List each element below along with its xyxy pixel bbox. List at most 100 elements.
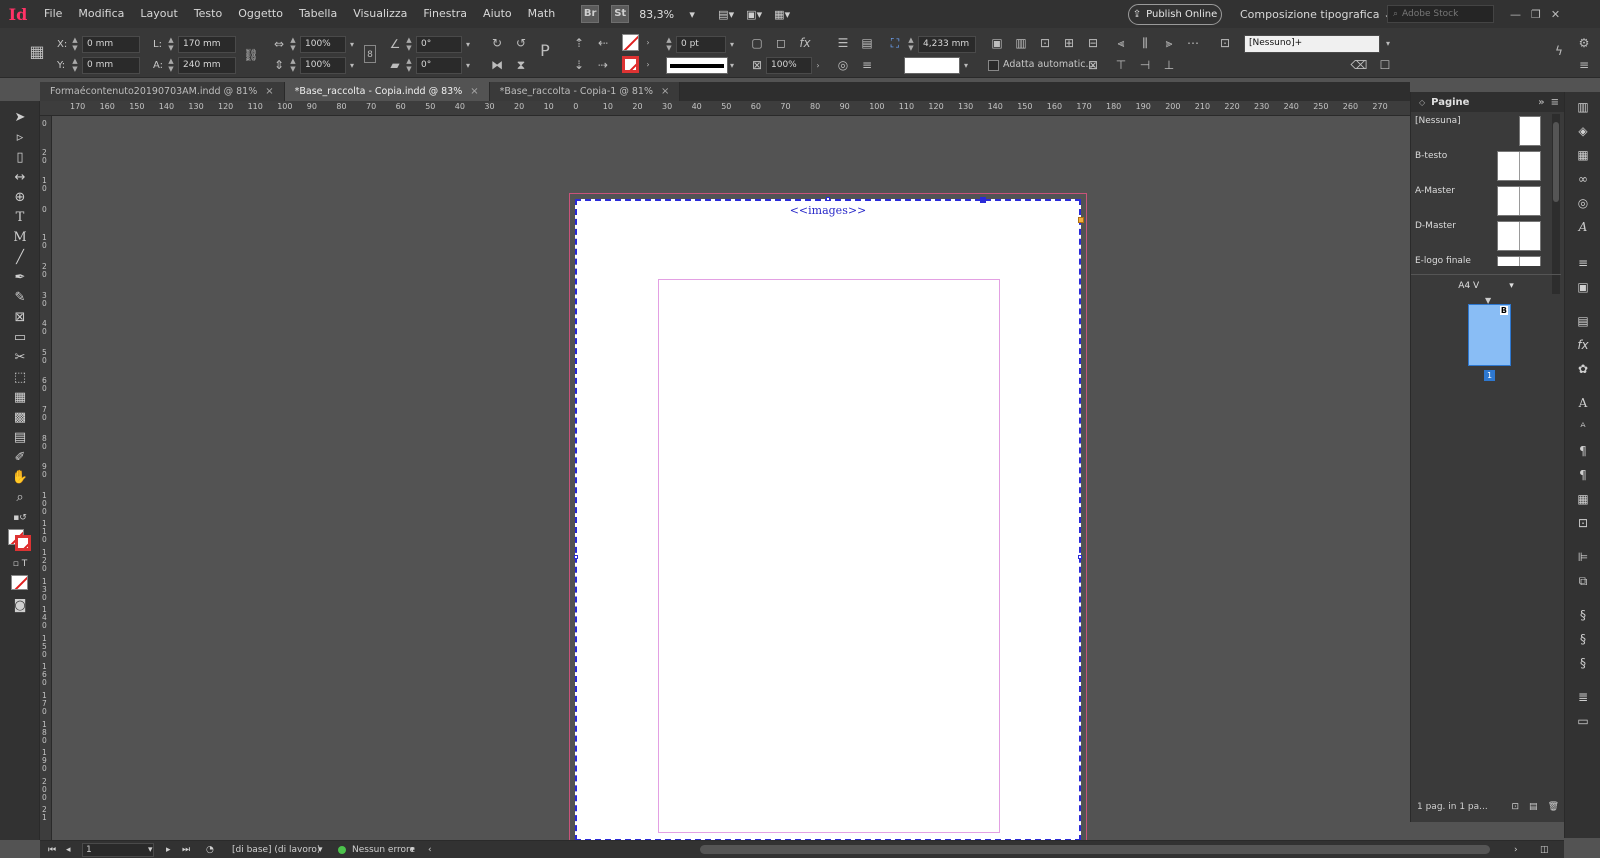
align-top-icon[interactable]: ⊤ [1112,56,1130,74]
stroke-swatch[interactable] [622,56,639,73]
open-page-icon[interactable]: ◔ [206,843,214,857]
screen-mode-normal-icon[interactable]: ◙ [10,597,30,615]
text-wrap-box-icon[interactable]: ▤ [858,34,876,52]
opacity-field[interactable]: 100% [766,57,812,74]
page-tool-icon[interactable]: ▯ [10,149,30,167]
restore-icon[interactable]: ❐ [1531,8,1541,21]
page-number-field[interactable]: 1 [82,843,154,857]
frame-handle-top[interactable] [980,197,986,203]
scissors-tool-icon[interactable]: ✂ [10,349,30,367]
collapse-icon[interactable]: ◇ [1419,98,1425,107]
rotate-cw-icon[interactable]: ↻ [488,34,506,52]
flip-horizontal-icon[interactable]: ⧓ [488,56,506,74]
align-panel-icon[interactable]: ⊫ [1573,548,1593,566]
first-page-icon[interactable]: ⏮ [48,843,56,857]
text-outport[interactable] [1078,217,1084,223]
menu-oggetto[interactable]: Oggetto [230,0,291,28]
quick-apply-icon[interactable]: ☐ [1376,56,1394,74]
select-next-icon[interactable]: ⇢ [594,56,612,74]
text-wrap-object-icon[interactable]: ◎ [834,56,852,74]
pencil-tool-icon[interactable]: ✎ [10,289,30,307]
layers-panel-icon[interactable]: ◈ [1573,122,1593,140]
gap-tool-icon[interactable]: ↔ [10,169,30,187]
stroke-weight-field[interactable]: 0 pt [676,36,726,53]
script-label-icon[interactable]: § [1573,630,1593,648]
shear-dropdown-icon[interactable]: ▾ [462,57,474,74]
apply-none-icon[interactable] [11,575,28,590]
page-size-edit-icon[interactable]: ⊡ [1512,802,1520,812]
menu-tabella[interactable]: Tabella [291,0,345,28]
object-styles-icon[interactable]: ▤ [1573,312,1593,330]
direct-selection-tool-icon[interactable]: ▹ [10,129,30,147]
paragraph-styles-panel-icon[interactable]: ¶ [1573,466,1593,484]
fit-frame-to-content-icon[interactable]: ⊞ [1060,34,1078,52]
select-container-icon[interactable]: ⇡ [570,34,588,52]
menu-finestra[interactable]: Finestra [415,0,475,28]
frame-handle-left[interactable] [574,555,578,559]
frame-preview[interactable] [904,57,960,74]
transform-p-icon[interactable]: P [536,42,554,60]
master-none[interactable]: [Nessuna] [1415,116,1541,148]
align-right-icon[interactable]: ⫸ [1160,34,1178,52]
align-left-icon[interactable]: ⫷ [1112,34,1130,52]
character-styles-icon[interactable]: ᴬ [1573,418,1593,436]
fill-frame-icon[interactable]: ▣ [988,34,1006,52]
default-colors-icon[interactable]: ▪↺ [10,509,30,527]
stock-button[interactable]: St [611,5,630,23]
fill-stroke-swatch[interactable] [8,529,32,551]
corner-options-icon[interactable]: ◻ [772,34,790,52]
height-field[interactable]: 240 mm [178,57,236,74]
rotation-field[interactable]: 0° [416,36,462,53]
close-icon[interactable]: × [661,86,669,97]
note-tool-icon[interactable]: ▤ [10,429,30,447]
tab-document-3[interactable]: *Base_raccolta - Copia-1 @ 81% × [489,82,681,101]
distribute-icon[interactable]: ⋯ [1184,34,1202,52]
publish-online-button[interactable]: ⇪ Publish Online [1128,4,1222,25]
zoom-dropdown-icon[interactable]: ▾ [678,5,706,23]
frame-handle-right[interactable] [1078,555,1082,559]
stroke-type-selector[interactable] [666,57,728,74]
scroll-left-icon[interactable]: ‹ [428,843,432,857]
reference-point-icon[interactable]: ▦ [26,40,48,64]
drop-shadow-icon[interactable]: ▢ [748,34,766,52]
screen-mode-icon[interactable]: ▣▾ [740,5,768,23]
scale-y-spinner-icon[interactable]: ▲ ▼ [288,57,298,74]
tab-document-2[interactable]: *Base_raccolta - Copia.indd @ 83% × [284,82,490,101]
panel-gear-icon[interactable]: ⚙ [1575,34,1593,52]
x-field[interactable]: 0 mm [82,36,140,53]
text-wrap-jump-icon[interactable]: ≡ [858,56,876,74]
gradient-swatch-tool-icon[interactable]: ▦ [10,389,30,407]
offset-spinner-icon[interactable]: ▲ ▼ [906,36,916,53]
rectangle-frame-tool-icon[interactable]: ⊠ [10,309,30,327]
scroll-right-icon[interactable]: › [1514,843,1518,857]
stroke-panel-icon[interactable]: ◎ [1573,194,1593,212]
eyedropper-tool-icon[interactable]: ✐ [10,449,30,467]
adobe-stock-search[interactable]: ⌕ Adobe Stock [1387,5,1494,23]
scale-y-dropdown-icon[interactable]: ▾ [346,57,358,74]
constrain-proportions-icon[interactable]: ⛓ [242,46,260,64]
align-middle-icon[interactable]: ⊣ [1136,56,1154,74]
auto-fit-checkbox[interactable] [988,60,999,71]
master-b-testo[interactable]: B-testo [1415,151,1541,183]
text-wrap-none-icon[interactable]: ☰ [834,34,852,52]
scale-y-field[interactable]: 100% [300,57,346,74]
comments-panel-icon[interactable]: ▭ [1573,712,1593,730]
pathfinder-panel-icon[interactable]: ⧉ [1573,572,1593,590]
effects-panel-icon[interactable]: fx [1573,336,1593,354]
menu-aiuto[interactable]: Aiuto [475,0,520,28]
character-panel-icon[interactable]: A [1573,394,1593,412]
free-transform-tool-icon[interactable]: ⬚ [10,369,30,387]
cc-libraries-icon[interactable]: ▦ [1573,146,1593,164]
center-content-icon[interactable]: ⊟ [1084,34,1102,52]
split-window-icon[interactable]: ◫ [1540,843,1549,857]
new-page-icon[interactable]: ▤ [1529,802,1538,812]
width-spinner-icon[interactable]: ▲ ▼ [166,36,176,53]
profile-dropdown-icon[interactable]: ▾ [318,843,323,857]
width-field[interactable]: 170 mm [178,36,236,53]
master-e-logo-finale[interactable]: E-logo finale [1415,256,1541,266]
page-thumbnail-1[interactable]: B [1468,304,1511,366]
type-tool-icon[interactable]: T [10,209,30,227]
clear-overrides-icon[interactable]: ⌫ [1350,56,1368,74]
line-tool-icon[interactable]: ╱ [10,249,30,267]
align-bottom-icon[interactable]: ⊥ [1160,56,1178,74]
